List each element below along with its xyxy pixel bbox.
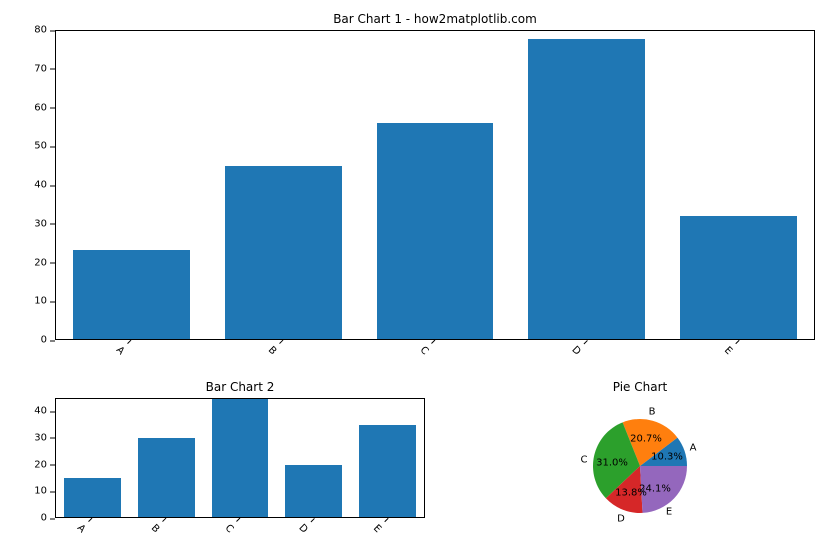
xtick: B <box>149 516 169 536</box>
plot-area <box>55 398 425 518</box>
bar-E <box>359 425 416 517</box>
bar-E <box>680 216 797 339</box>
pie-label-A: A <box>690 443 697 454</box>
ytick: 50 <box>34 141 55 152</box>
ytick: 10 <box>34 486 55 497</box>
plot-area <box>55 30 815 340</box>
bar-C <box>212 399 269 517</box>
pie-label-E: E <box>666 507 672 518</box>
ytick: 30 <box>34 218 55 229</box>
chart-title: Bar Chart 1 - how2matplotlib.com <box>55 12 815 26</box>
ytick: 80 <box>34 25 55 36</box>
ytick: 0 <box>41 513 55 524</box>
pie-label-D: D <box>617 514 625 525</box>
bar-A <box>64 478 121 517</box>
ytick: 60 <box>34 102 55 113</box>
ytick: 20 <box>34 459 55 470</box>
pie-chart: Pie Chart A B C D E 10.3% 20.7% 31.0% 13… <box>480 398 800 528</box>
xtick: A <box>114 338 134 358</box>
pie-svg <box>480 398 800 528</box>
xtick: C <box>418 338 438 358</box>
bar-B <box>225 166 342 339</box>
chart-title: Pie Chart <box>480 380 800 394</box>
bar-A <box>73 250 190 339</box>
xtick: E <box>371 516 390 535</box>
xtick: B <box>266 338 286 358</box>
ytick: 40 <box>34 406 55 417</box>
pie-label-C: C <box>581 455 588 466</box>
xtick: A <box>75 516 95 536</box>
ytick: 30 <box>34 432 55 443</box>
ytick: 20 <box>34 257 55 268</box>
pie-pct-C: 31.0% <box>596 458 628 469</box>
bar-chart-2: Bar Chart 2 0 10 20 30 40 A B C D E <box>55 398 425 518</box>
xtick: D <box>569 337 589 357</box>
pie-pct-E: 24.1% <box>639 484 671 495</box>
ytick: 70 <box>34 63 55 74</box>
pie-pct-A: 10.3% <box>651 452 683 463</box>
bar-B <box>138 438 195 517</box>
ytick: 10 <box>34 296 55 307</box>
figure: Bar Chart 1 - how2matplotlib.com 0 10 20… <box>0 0 840 560</box>
pie-pct-B: 20.7% <box>630 434 662 445</box>
xtick: C <box>223 516 243 536</box>
bar-D <box>285 465 342 517</box>
ytick: 40 <box>34 180 55 191</box>
chart-title: Bar Chart 2 <box>55 380 425 394</box>
xtick: D <box>296 515 316 535</box>
pie-label-B: B <box>649 407 656 418</box>
ytick: 0 <box>41 335 55 346</box>
bar-chart-1: Bar Chart 1 - how2matplotlib.com 0 10 20… <box>55 30 815 340</box>
bar-D <box>528 39 645 339</box>
xtick: E <box>722 338 741 357</box>
bar-C <box>377 123 494 339</box>
